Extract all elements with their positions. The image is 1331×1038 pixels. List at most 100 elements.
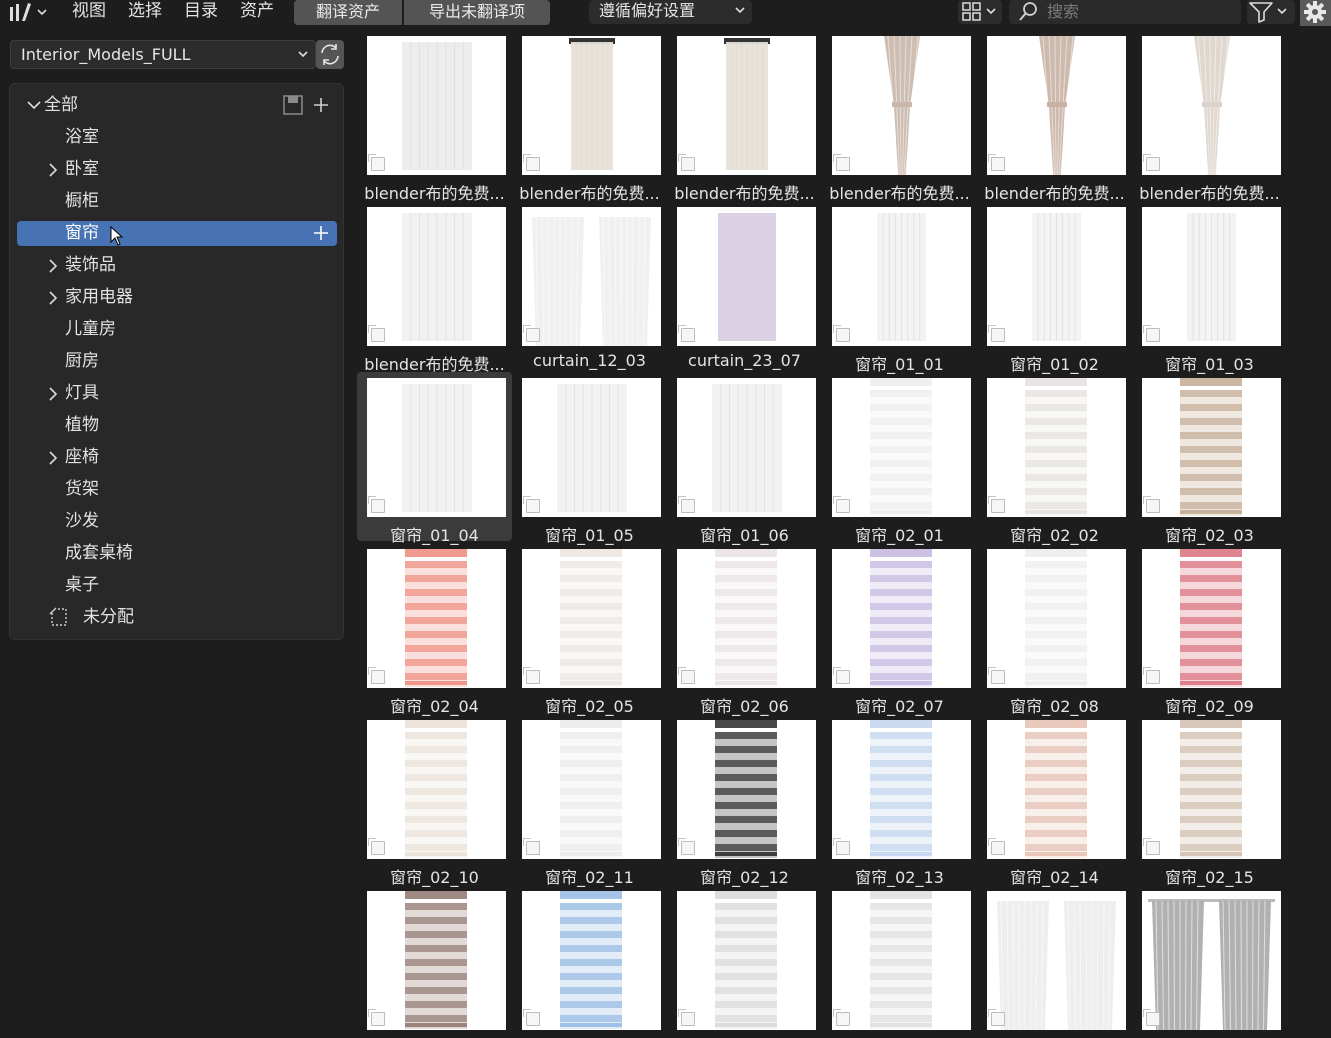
asset-tile[interactable] (667, 885, 822, 1038)
preview-checkbox-icon[interactable] (1143, 838, 1160, 855)
asset-tile[interactable]: blender布的免费... (667, 30, 822, 203)
menu-select[interactable]: 选择 (128, 0, 162, 24)
tree-item-all[interactable]: 全部 (17, 93, 337, 118)
asset-tile[interactable] (977, 885, 1132, 1038)
preview-checkbox-icon[interactable] (368, 667, 385, 684)
preview-checkbox-icon[interactable] (368, 154, 385, 171)
preview-checkbox-icon[interactable] (678, 154, 695, 171)
chevron-right-icon[interactable] (48, 451, 58, 465)
display-mode-button[interactable] (958, 0, 1002, 24)
save-catalogs-icon[interactable] (282, 94, 304, 116)
tree-item-plants[interactable]: 植物 (17, 413, 337, 438)
preview-checkbox-icon[interactable] (988, 838, 1005, 855)
preview-checkbox-icon[interactable] (988, 496, 1005, 513)
asset-tile[interactable]: 窗帘_02_09 (1132, 543, 1287, 716)
preview-checkbox-icon[interactable] (523, 1009, 540, 1026)
asset-tile[interactable]: 窗帘_01_02 (977, 201, 1132, 374)
preferences-button[interactable] (1300, 0, 1331, 26)
menu-assets[interactable]: 资产 (240, 0, 274, 24)
tree-item-curtains[interactable]: 窗帘 (17, 221, 337, 246)
tree-item-tables[interactable]: 桌子 (17, 573, 337, 598)
preview-checkbox-icon[interactable] (988, 1009, 1005, 1026)
asset-tile[interactable]: 窗帘_02_02 (977, 372, 1132, 545)
asset-tile[interactable]: blender布的免费... (357, 30, 512, 203)
asset-tile[interactable]: 窗帘_02_10 (357, 714, 512, 887)
search-input[interactable] (1047, 0, 1235, 22)
preview-checkbox-icon[interactable] (678, 1009, 695, 1026)
asset-tile[interactable]: 窗帘_02_07 (822, 543, 977, 716)
export-untranslated-button[interactable]: 导出未翻译项 (404, 0, 550, 25)
preview-checkbox-icon[interactable] (368, 1009, 385, 1026)
preview-checkbox-icon[interactable] (833, 154, 850, 171)
translate-assets-button[interactable]: 翻译资产 (294, 0, 402, 25)
refresh-library-button[interactable] (316, 40, 344, 69)
search-box[interactable] (1009, 0, 1241, 24)
asset-tile[interactable]: 窗帘_02_03 (1132, 372, 1287, 545)
tree-item-shelves[interactable]: 货架 (17, 477, 337, 502)
preview-checkbox-icon[interactable] (833, 838, 850, 855)
asset-tile[interactable]: blender布的免费... (357, 201, 512, 374)
preview-checkbox-icon[interactable] (368, 325, 385, 342)
preview-checkbox-icon[interactable] (523, 154, 540, 171)
import-method-dropdown[interactable]: 遵循偏好设置 (589, 0, 752, 24)
asset-tile[interactable]: 窗帘_01_01 (822, 201, 977, 374)
preview-checkbox-icon[interactable] (368, 496, 385, 513)
tree-item-bathroom[interactable]: 浴室 (17, 125, 337, 150)
asset-tile[interactable]: 窗帘_02_01 (822, 372, 977, 545)
asset-tile[interactable]: 窗帘_02_15 (1132, 714, 1287, 887)
editor-type-button[interactable] (8, 0, 54, 24)
chevron-right-icon[interactable] (48, 163, 58, 177)
tree-item-unassigned[interactable]: 未分配 (17, 605, 337, 630)
asset-tile[interactable] (357, 885, 512, 1038)
asset-tile[interactable]: 窗帘_01_03 (1132, 201, 1287, 374)
preview-checkbox-icon[interactable] (833, 1009, 850, 1026)
preview-checkbox-icon[interactable] (368, 838, 385, 855)
preview-checkbox-icon[interactable] (678, 667, 695, 684)
preview-checkbox-icon[interactable] (1143, 496, 1160, 513)
asset-tile[interactable]: 窗帘_02_05 (512, 543, 667, 716)
asset-tile[interactable]: curtain_23_07 (667, 201, 822, 370)
asset-tile[interactable] (1132, 885, 1287, 1038)
tree-item-kitchen[interactable]: 厨房 (17, 349, 337, 374)
add-catalog-icon[interactable] (312, 93, 330, 117)
filter-button[interactable] (1247, 0, 1295, 24)
asset-tile[interactable] (512, 885, 667, 1038)
preview-checkbox-icon[interactable] (833, 496, 850, 513)
asset-tile[interactable]: blender布的免费... (1132, 30, 1287, 203)
tree-item-cabinets[interactable]: 橱柜 (17, 189, 337, 214)
preview-checkbox-icon[interactable] (988, 154, 1005, 171)
asset-tile[interactable]: 窗帘_02_13 (822, 714, 977, 887)
asset-tile[interactable]: 窗帘_01_04 (357, 372, 512, 545)
preview-checkbox-icon[interactable] (833, 667, 850, 684)
preview-checkbox-icon[interactable] (1143, 1009, 1160, 1026)
asset-tile[interactable]: 窗帘_01_05 (512, 372, 667, 545)
preview-checkbox-icon[interactable] (523, 667, 540, 684)
preview-checkbox-icon[interactable] (678, 838, 695, 855)
tree-item-decorations[interactable]: 装饰品 (17, 253, 337, 278)
asset-library-dropdown[interactable]: Interior_Models_FULL (10, 40, 316, 69)
asset-tile[interactable]: blender布的免费... (977, 30, 1132, 203)
preview-checkbox-icon[interactable] (678, 325, 695, 342)
preview-checkbox-icon[interactable] (833, 325, 850, 342)
menu-catalog[interactable]: 目录 (184, 0, 218, 24)
asset-tile[interactable]: blender布的免费... (822, 30, 977, 203)
tree-item-sofas[interactable]: 沙发 (17, 509, 337, 534)
asset-tile[interactable]: 窗帘_02_14 (977, 714, 1132, 887)
preview-checkbox-icon[interactable] (1143, 667, 1160, 684)
asset-tile[interactable]: 窗帘_02_08 (977, 543, 1132, 716)
asset-tile[interactable]: 窗帘_01_06 (667, 372, 822, 545)
asset-tile[interactable]: curtain_12_03 (512, 201, 667, 370)
asset-tile[interactable]: 窗帘_02_12 (667, 714, 822, 887)
asset-tile[interactable]: 窗帘_02_04 (357, 543, 512, 716)
tree-item-appliances[interactable]: 家用电器 (17, 285, 337, 310)
preview-checkbox-icon[interactable] (1143, 325, 1160, 342)
preview-checkbox-icon[interactable] (988, 667, 1005, 684)
asset-tile[interactable] (822, 885, 977, 1038)
chevron-right-icon[interactable] (48, 291, 58, 305)
tree-item-lighting[interactable]: 灯具 (17, 381, 337, 406)
chevron-down-icon[interactable] (27, 100, 41, 110)
chevron-right-icon[interactable] (48, 259, 58, 273)
asset-tile[interactable]: 窗帘_02_11 (512, 714, 667, 887)
preview-checkbox-icon[interactable] (523, 325, 540, 342)
tree-item-dining-sets[interactable]: 成套桌椅 (17, 541, 337, 566)
